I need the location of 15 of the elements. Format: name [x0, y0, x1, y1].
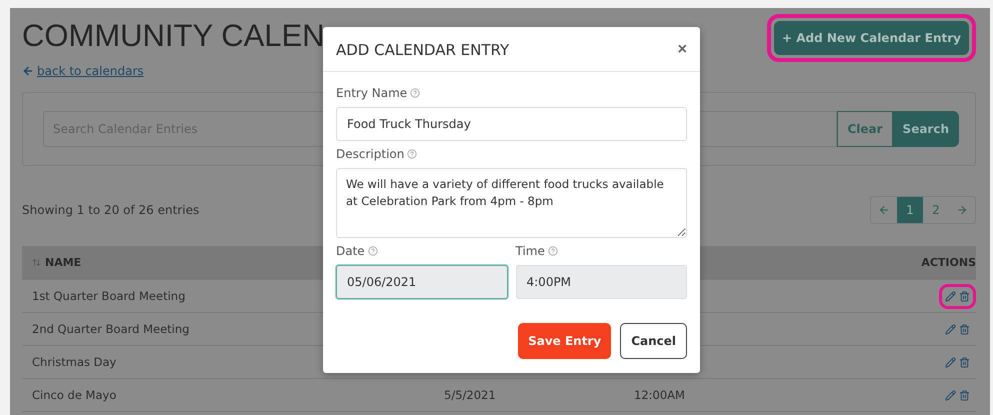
field-label: Entry Name	[336, 86, 408, 100]
field-label: Description	[336, 147, 404, 161]
table-cell: Christmas Day	[32, 355, 116, 369]
field-label: Time	[516, 244, 545, 258]
field-label: Date	[336, 244, 365, 258]
table-cell: 2nd Quarter Board Meeting	[32, 322, 190, 336]
table-cell: 12:00AM	[634, 388, 685, 402]
column-header: ACTIONS	[921, 256, 976, 269]
page-title: COMMUNITY CALEN	[22, 18, 325, 54]
table-cell: 1st Quarter Board Meeting	[32, 289, 186, 303]
modal-title: ADD CALENDAR ENTRY	[336, 41, 510, 59]
table-cell: 5/5/2021	[444, 388, 496, 402]
column-header: NAME	[45, 256, 82, 269]
table-cell: Cinco de Mayo	[32, 388, 116, 402]
entries-summary: Showing 1 to 20 of 26 entries	[22, 203, 200, 217]
